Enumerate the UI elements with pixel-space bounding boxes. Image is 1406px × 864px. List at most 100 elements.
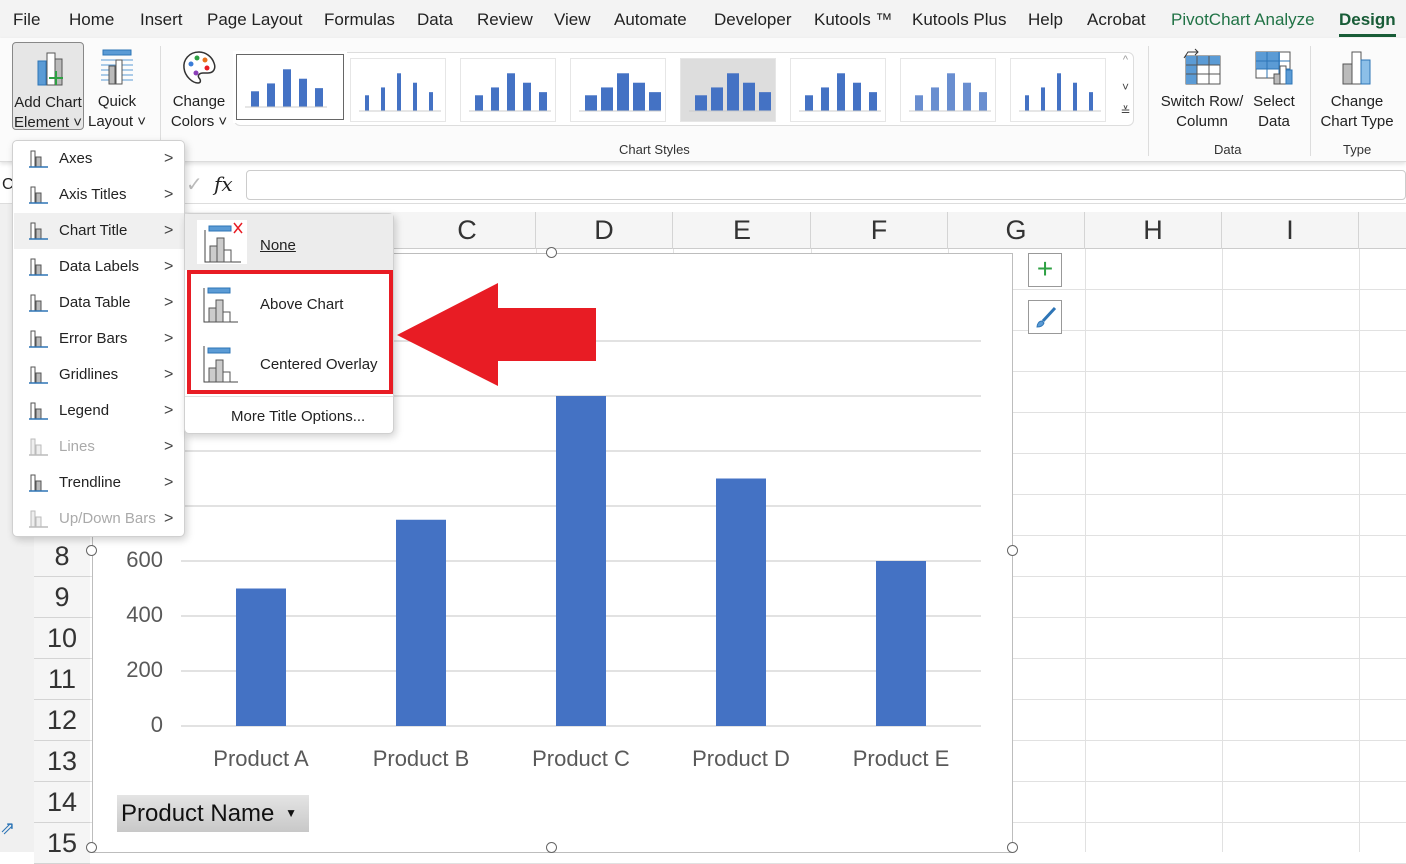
chart-style-option[interactable]: [233, 51, 347, 123]
row-header-10[interactable]: 10: [34, 618, 90, 659]
dropdown-arrow-icon: ▼: [285, 806, 297, 820]
menu-item-trendline[interactable]: Trendline >: [14, 465, 184, 501]
row-header-14[interactable]: 14: [34, 782, 90, 823]
menu-item-label: Lines: [59, 438, 95, 455]
resize-handle[interactable]: [546, 247, 557, 258]
chart-styles-button[interactable]: [1028, 300, 1062, 334]
column-header-c[interactable]: C: [399, 212, 536, 249]
menu-item-none[interactable]: None: [185, 214, 393, 270]
gallery-scroll-down[interactable]: ˅: [1117, 80, 1134, 102]
add-chart-element-button[interactable]: Add Chart Element ˅: [12, 42, 84, 131]
menu-item-axes[interactable]: Axes >: [14, 141, 184, 177]
switch-row-column-button[interactable]: Switch Row/ Column: [1158, 48, 1246, 132]
bar-product-d[interactable]: [716, 478, 766, 727]
enter-check-icon[interactable]: ✓: [186, 172, 203, 197]
label: Layout ˅: [88, 113, 146, 130]
menu-item-error-bars[interactable]: Error Bars >: [14, 321, 184, 357]
tab-kutools[interactable]: Kutools ™: [814, 10, 892, 30]
menu-item-label: Gridlines: [59, 366, 119, 383]
menu-item-legend[interactable]: Legend >: [14, 393, 184, 429]
select-data-button[interactable]: Select Data: [1248, 48, 1300, 132]
column-header-d[interactable]: D: [536, 212, 673, 249]
chart-style-option[interactable]: [350, 58, 446, 122]
row-header-12[interactable]: 12: [34, 700, 90, 741]
tab-home[interactable]: Home: [69, 10, 114, 30]
tab-page-layout[interactable]: Page Layout: [207, 10, 302, 30]
tab-kutools-plus[interactable]: Kutools Plus: [912, 10, 1007, 30]
chart-style-option[interactable]: [680, 58, 776, 122]
tab-review[interactable]: Review: [477, 10, 533, 30]
column-header-g[interactable]: G: [948, 212, 1085, 249]
menu-item-data-table[interactable]: Data Table >: [14, 285, 184, 321]
expand-icon[interactable]: ⇗: [0, 818, 15, 839]
divider: [1310, 46, 1311, 156]
column-header-e[interactable]: E: [674, 212, 811, 249]
fx-icon[interactable]: fx: [214, 172, 233, 196]
chart-style-option[interactable]: [790, 58, 886, 122]
tab-view[interactable]: View: [554, 10, 591, 30]
legend-icon: [29, 402, 48, 420]
ribbon-tabs: File Home Insert Page Layout Formulas Data Rev…: [0, 0, 1406, 40]
row-header-11[interactable]: 11: [34, 659, 90, 700]
chart-style-option[interactable]: [900, 58, 996, 122]
axes-icon: [29, 150, 48, 168]
resize-handle[interactable]: [86, 842, 97, 853]
resize-handle[interactable]: [86, 545, 97, 556]
gallery-scroll-up[interactable]: ^: [1117, 54, 1134, 76]
tab-pivotchart-analyze[interactable]: PivotChart Analyze: [1171, 10, 1315, 30]
menu-item-data-labels[interactable]: Data Labels >: [14, 249, 184, 285]
chevron-right-icon: >: [164, 438, 174, 455]
chart-style-option[interactable]: [460, 58, 556, 122]
bar-product-e[interactable]: [876, 561, 926, 726]
tab-insert[interactable]: Insert: [140, 10, 183, 30]
change-chart-type-button[interactable]: Change Chart Type: [1316, 48, 1398, 132]
row-header-9[interactable]: 9: [34, 577, 90, 618]
style-preview: [245, 69, 327, 108]
row-header-8[interactable]: 8: [34, 536, 90, 577]
bar-product-b[interactable]: [396, 519, 446, 726]
formula-input[interactable]: [246, 170, 1406, 200]
resize-handle[interactable]: [546, 842, 557, 853]
gallery-more[interactable]: ≚: [1117, 104, 1134, 124]
label: Column: [1176, 113, 1228, 130]
chevron-right-icon: >: [164, 222, 174, 239]
tab-developer[interactable]: Developer: [714, 10, 792, 30]
chevron-right-icon: >: [164, 330, 174, 347]
menu-item-lines[interactable]: Lines >: [14, 429, 184, 465]
tab-design[interactable]: Design: [1339, 10, 1396, 37]
none-label: None: [260, 237, 296, 254]
row-header-13[interactable]: 13: [34, 741, 90, 782]
row-header-15[interactable]: 15: [34, 823, 90, 864]
tab-data[interactable]: Data: [417, 10, 453, 30]
style-preview: [579, 73, 661, 112]
menu-item-gridlines[interactable]: Gridlines >: [14, 357, 184, 393]
chevron-right-icon: >: [164, 366, 174, 383]
palette-icon: [183, 51, 216, 84]
menu-item-more-title-options[interactable]: More Title Options...: [185, 396, 393, 434]
menu-item-axis-titles[interactable]: Axis Titles >: [14, 177, 184, 213]
menu-item-chart-title[interactable]: Chart Title >: [14, 213, 184, 249]
change-colors-button[interactable]: Change Colors ˅: [166, 48, 232, 132]
resize-handle[interactable]: [1007, 842, 1018, 853]
tab-formulas[interactable]: Formulas: [324, 10, 395, 30]
chart-style-option[interactable]: [1010, 58, 1106, 122]
quick-layout-button[interactable]: Quick Layout ˅: [86, 48, 148, 132]
chart-elements-button[interactable]: +: [1028, 253, 1062, 287]
product-name-field-button[interactable]: Product Name ▼: [117, 795, 309, 832]
menu-item-label: Trendline: [59, 474, 121, 491]
bar-product-a[interactable]: [236, 588, 286, 727]
tab-acrobat[interactable]: Acrobat: [1087, 10, 1146, 30]
column-header-i[interactable]: I: [1222, 212, 1359, 249]
tab-help[interactable]: Help: [1028, 10, 1063, 30]
column-header-h[interactable]: H: [1085, 212, 1222, 249]
label: Select: [1253, 93, 1295, 110]
menu-item-label: Legend: [59, 402, 110, 419]
menu-item-up-down-bars[interactable]: Up/Down Bars >: [14, 501, 184, 537]
tab-automate[interactable]: Automate: [614, 10, 687, 30]
chart-style-option[interactable]: [570, 58, 666, 122]
tab-file[interactable]: File: [13, 10, 40, 30]
more-title-options-label: More Title Options...: [231, 408, 366, 425]
resize-handle[interactable]: [1007, 545, 1018, 556]
column-header-f[interactable]: F: [811, 212, 948, 249]
bar-product-c[interactable]: [556, 396, 606, 726]
